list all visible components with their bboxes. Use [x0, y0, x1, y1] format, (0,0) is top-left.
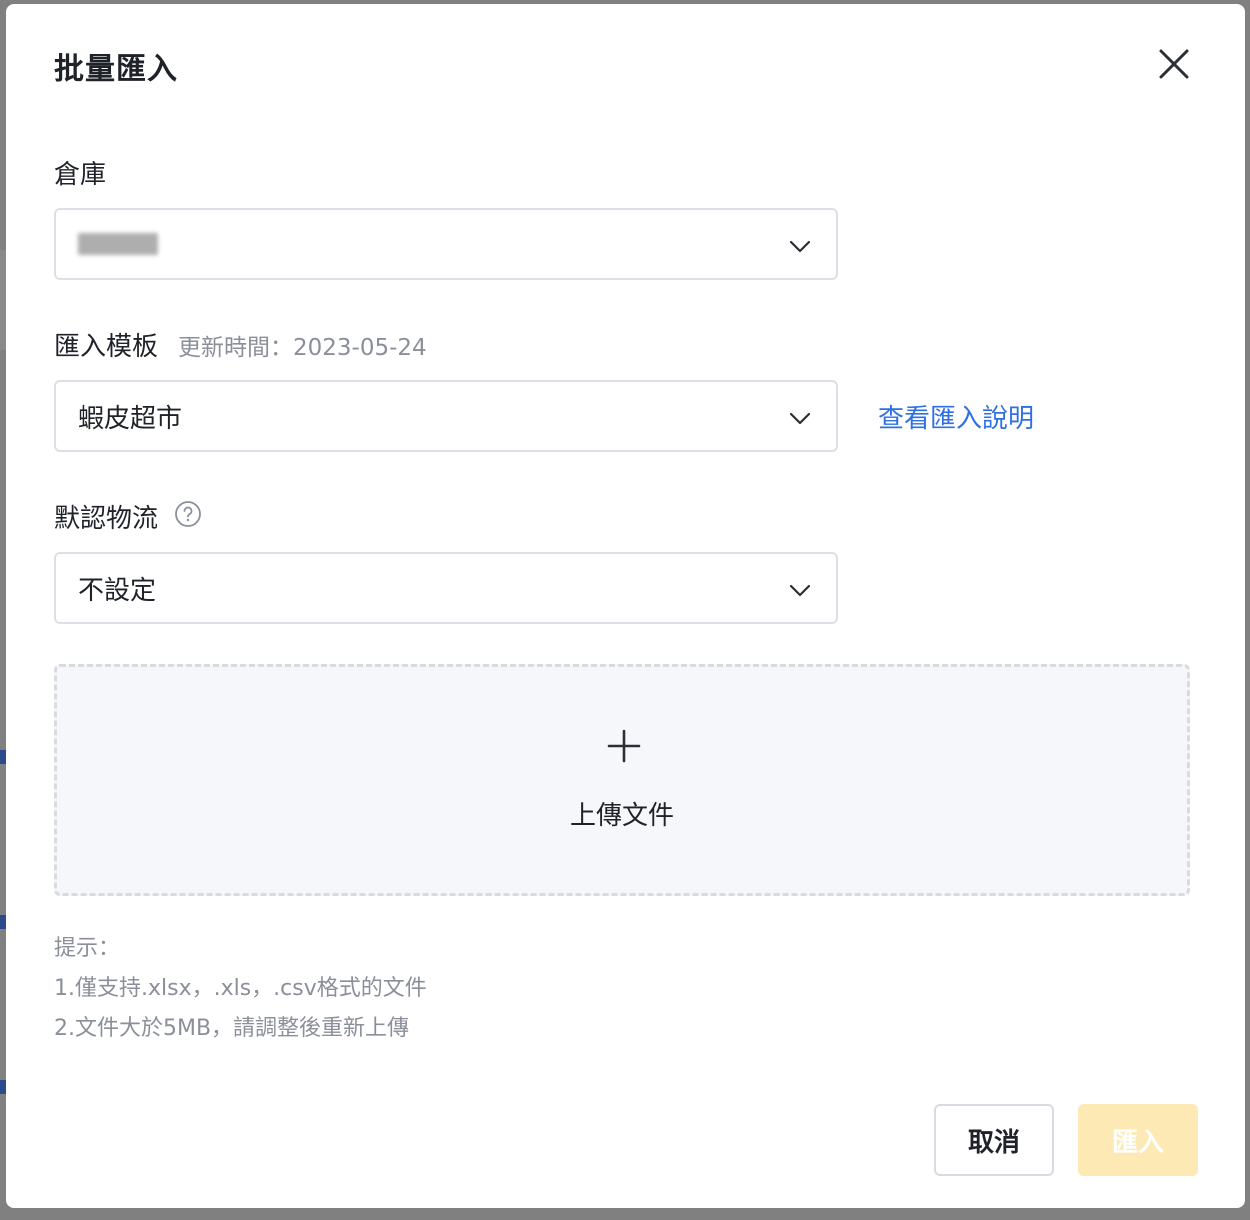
batch-import-dialog: 批量匯入 倉庫 匯入模板 更新時間：2023-05-24 蝦皮超市 查看匯入說明 …: [6, 4, 1245, 1208]
logistics-select[interactable]: 不設定: [54, 552, 838, 624]
close-button[interactable]: [1156, 46, 1192, 82]
logistics-select-value: 不設定: [78, 575, 157, 606]
chevron-down-icon: [789, 412, 811, 425]
warehouse-select[interactable]: [54, 208, 838, 280]
chevron-down-icon: [789, 584, 811, 597]
logistics-label: 默認物流: [54, 504, 159, 534]
chevron-down-icon: [789, 240, 811, 253]
warehouse-label: 倉庫: [54, 160, 107, 190]
import-button[interactable]: 匯入: [1078, 1104, 1198, 1176]
question-circle-icon[interactable]: [174, 500, 202, 528]
template-select-value: 蝦皮超市: [78, 403, 183, 434]
template-select[interactable]: 蝦皮超市: [54, 380, 838, 452]
plus-icon: [607, 729, 641, 763]
view-import-instructions-link[interactable]: 查看匯入說明: [878, 398, 1034, 435]
dialog-title: 批量匯入: [54, 52, 178, 87]
template-update-time: 更新時間：2023-05-24: [178, 335, 427, 361]
warehouse-value-redacted: [78, 233, 158, 255]
close-icon: [1159, 49, 1189, 79]
hint-line-formats: 1.僅支持.xlsx，.xls，.csv格式的文件: [54, 976, 427, 1001]
template-label-row: 匯入模板 更新時間：2023-05-24: [54, 326, 427, 363]
file-upload-dropzone[interactable]: 上傳文件: [54, 664, 1190, 896]
cancel-button[interactable]: 取消: [934, 1104, 1054, 1176]
hint-title: 提示：: [54, 936, 121, 961]
template-label: 匯入模板: [54, 332, 159, 362]
hint-line-size: 2.文件大於5MB，請調整後重新上傳: [54, 1016, 410, 1041]
upload-label: 上傳文件: [569, 801, 674, 831]
